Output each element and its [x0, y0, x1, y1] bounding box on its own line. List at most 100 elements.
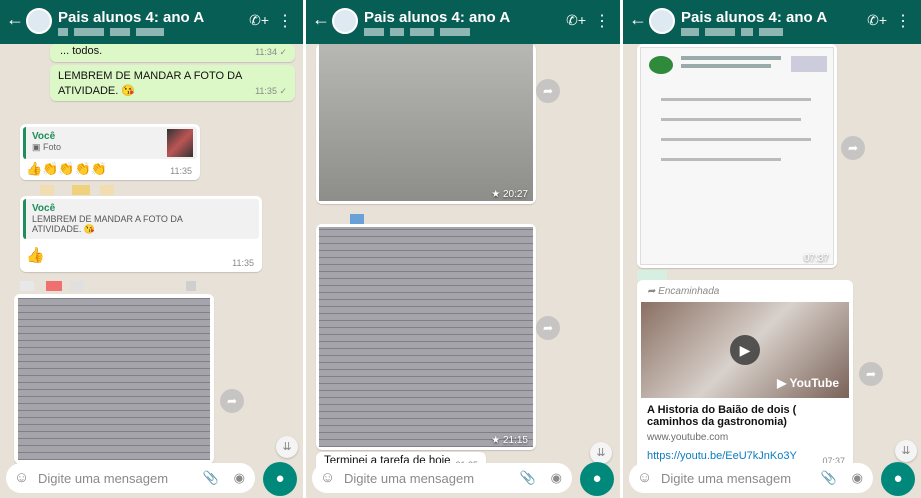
blur-block [350, 214, 364, 224]
school-logo [649, 56, 673, 74]
message-time: 11:35 [232, 258, 254, 268]
worksheet-photo[interactable] [319, 44, 533, 201]
message-input[interactable]: ☺ Digite uma mensagem 📎 ◉ [312, 463, 572, 493]
back-arrow-icon[interactable]: ← [6, 9, 24, 30]
mic-icon[interactable]: ● [263, 462, 297, 496]
camera-icon[interactable]: ◉ [234, 470, 245, 486]
message-list: ★ 20:27 ➦ ★ 21:15 ➦ Terminei a tarefa de… [306, 44, 620, 474]
attach-icon[interactable]: 📎 [520, 470, 536, 486]
notebook-photo[interactable] [319, 227, 533, 447]
blur-block [70, 281, 84, 291]
worksheet-line [681, 64, 771, 68]
worksheet-line [661, 98, 811, 101]
message-time: 11:35 ✓ [255, 86, 287, 96]
link-preview-message[interactable]: ➦ Encaminhada ▶ ▶ YouTube A Historia do … [637, 280, 853, 470]
image-message[interactable]: 07:37 [637, 44, 837, 268]
composer: ☺ Digite uma mensagem 📎 ◉ ● [0, 458, 303, 498]
worksheet-photo[interactable] [640, 47, 834, 265]
group-avatar[interactable] [26, 8, 52, 34]
input-placeholder: Digite uma mensagem [38, 471, 169, 486]
back-arrow-icon[interactable]: ← [629, 9, 647, 30]
chat-panel-2: ← Pais alunos 4: ano A ✆+ ⋮ ★ 20:27 ➦ ★ … [306, 0, 620, 498]
chat-title[interactable]: Pais alunos 4: ano A [58, 9, 204, 26]
youtube-logo: ▶ YouTube [777, 376, 839, 390]
chat-title[interactable]: Pais alunos 4: ano A [364, 9, 510, 26]
group-avatar[interactable] [649, 8, 675, 34]
image-message[interactable]: ★ 20:27 [316, 44, 536, 204]
more-vert-icon[interactable]: ⋮ [895, 11, 911, 31]
composer: ☺ Digite uma mensagem 📎 ◉ ● [623, 458, 921, 498]
worksheet-line [681, 56, 781, 60]
blur-block [46, 281, 62, 291]
mic-icon[interactable]: ● [881, 462, 915, 496]
add-call-icon[interactable]: ✆+ [249, 12, 269, 29]
video-domain: www.youtube.com [647, 432, 729, 443]
emoji-icon[interactable]: ☺ [320, 469, 335, 486]
reply-bubble-remember[interactable]: Você LEMBREM DE MANDAR A FOTO DA ATIVIDA… [20, 196, 262, 272]
forward-icon[interactable]: ➦ [536, 316, 560, 340]
video-thumbnail[interactable]: ▶ ▶ YouTube [641, 302, 849, 398]
worksheet-line [661, 118, 801, 121]
worksheet-line [661, 158, 781, 161]
message-text: 👍👏👏👏👏 [26, 161, 107, 176]
video-title[interactable]: A Historia do Baião de dois ( caminhos d… [647, 404, 847, 428]
message-list: ... todos. 11:34 ✓ LEMBREM DE MANDAR A F… [0, 44, 303, 464]
chat-title[interactable]: Pais alunos 4: ano A [681, 9, 827, 26]
mic-icon[interactable]: ● [580, 462, 614, 496]
blur-block [186, 281, 196, 291]
participants-blurred [681, 28, 783, 36]
attach-icon[interactable]: 📎 [203, 470, 219, 486]
message-input[interactable]: ☺ Digite uma mensagem 📎 ◉ [629, 463, 873, 493]
screenshot-collage: ← Pais alunos 4: ano A ✆+ ⋮ ... todos. 1… [0, 0, 921, 498]
add-call-icon[interactable]: ✆+ [867, 12, 887, 29]
camera-icon[interactable]: ◉ [852, 470, 863, 486]
emoji-icon[interactable]: ☺ [14, 469, 29, 486]
group-avatar[interactable] [332, 8, 358, 34]
notebook-photo[interactable] [18, 298, 210, 460]
quoted-message[interactable]: Você ▣ Foto [23, 127, 197, 159]
forward-icon[interactable]: ➦ [841, 136, 865, 160]
image-message[interactable] [14, 294, 214, 464]
forward-icon[interactable]: ➦ [859, 362, 883, 386]
message-input[interactable]: ☺ Digite uma mensagem 📎 ◉ [6, 463, 255, 493]
image-time: ★ 21:15 [491, 435, 528, 446]
reply-bubble-photo[interactable]: Você ▣ Foto 👍👏👏👏👏 11:35 [20, 124, 200, 180]
scroll-down-icon[interactable]: ⇊ [276, 436, 298, 458]
more-vert-icon[interactable]: ⋮ [594, 11, 610, 31]
message-time: 11:35 [170, 166, 192, 176]
message-bubble-partial[interactable]: ... todos. 11:34 ✓ [50, 44, 295, 62]
blur-block [72, 185, 90, 195]
back-arrow-icon[interactable]: ← [312, 9, 330, 30]
message-text: ... todos. [60, 45, 103, 57]
chat-panel-3: ← Pais alunos 4: ano A ✆+ ⋮ 07:37 ➦ ➦ En… [623, 0, 921, 498]
image-message[interactable]: ★ 21:15 [316, 224, 536, 450]
quote-author: Você [32, 203, 56, 214]
chat-panel-1: ← Pais alunos 4: ano A ✆+ ⋮ ... todos. 1… [0, 0, 303, 498]
chat-header: ← Pais alunos 4: ano A ✆+ ⋮ [0, 0, 303, 44]
quote-thumbnail [167, 129, 193, 157]
play-icon[interactable]: ▶ [730, 335, 760, 365]
photo-icon: ▣ [32, 142, 44, 152]
forward-icon[interactable]: ➦ [220, 389, 244, 413]
forwarded-label: ➦ Encaminhada [647, 286, 720, 297]
quote-text: Foto [43, 142, 62, 152]
participants-blurred [364, 28, 470, 36]
blur-block [637, 270, 667, 280]
blur-block [20, 281, 34, 291]
more-vert-icon[interactable]: ⋮ [277, 11, 293, 31]
emoji-icon[interactable]: ☺ [637, 469, 652, 486]
forwarded-text: Encaminhada [658, 286, 720, 297]
add-call-icon[interactable]: ✆+ [566, 12, 586, 29]
attach-icon[interactable]: 📎 [821, 470, 837, 486]
message-text: 👍 [26, 247, 45, 264]
forward-icon[interactable]: ➦ [536, 79, 560, 103]
chat-header: ← Pais alunos 4: ano A ✆+ ⋮ [306, 0, 620, 44]
message-bubble-remember[interactable]: LEMBREM DE MANDAR A FOTO DA ATIVIDADE. 😘… [50, 65, 295, 101]
blur-block [100, 185, 114, 195]
input-placeholder: Digite uma mensagem [661, 471, 792, 486]
quoted-message[interactable]: Você LEMBREM DE MANDAR A FOTO DA ATIVIDA… [23, 199, 259, 239]
camera-icon[interactable]: ◉ [551, 470, 562, 486]
image-time: ★ 20:27 [491, 189, 528, 200]
blur-block [40, 185, 54, 195]
participants-blurred [58, 28, 164, 36]
